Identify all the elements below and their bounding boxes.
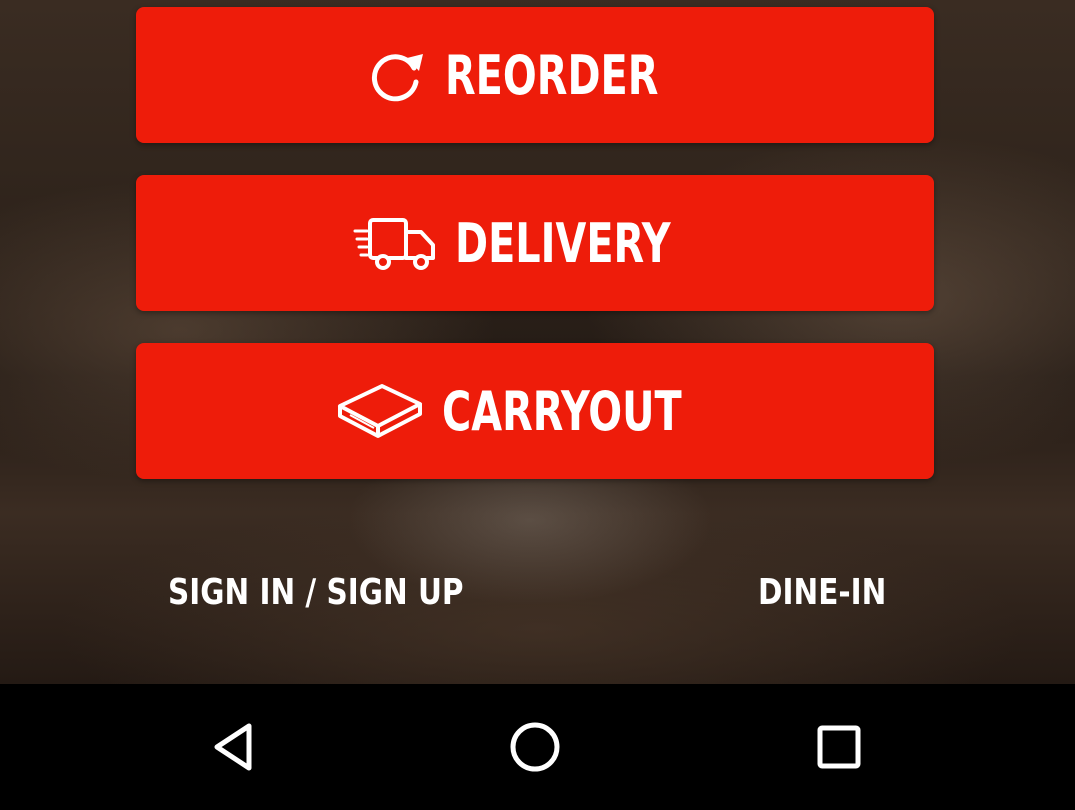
sign-in-link[interactable]: SIGN IN / SIGN UP (168, 572, 464, 613)
delivery-truck-icon (353, 215, 437, 271)
carryout-button[interactable]: CARRYOUT (136, 343, 934, 479)
recents-button[interactable] (804, 714, 874, 784)
back-triangle-icon (209, 722, 259, 776)
delivery-button[interactable]: DELIVERY (136, 175, 934, 311)
refresh-icon (365, 44, 427, 106)
reorder-label: REORDER (444, 43, 659, 107)
pizza-box-icon (336, 382, 424, 440)
carryout-label: CARRYOUT (441, 379, 682, 443)
start-screen: REORDER DELIVERY CARRYOUT SIGN IN / SIGN… (0, 0, 1075, 810)
reorder-button[interactable]: REORDER (136, 7, 934, 143)
delivery-label: DELIVERY (454, 211, 671, 275)
recents-square-icon (814, 722, 864, 776)
dine-in-link[interactable]: DINE-IN (758, 572, 886, 613)
home-button[interactable] (500, 714, 570, 784)
system-navigation-bar (0, 684, 1075, 810)
back-button[interactable] (199, 714, 269, 784)
home-circle-icon (508, 720, 562, 778)
